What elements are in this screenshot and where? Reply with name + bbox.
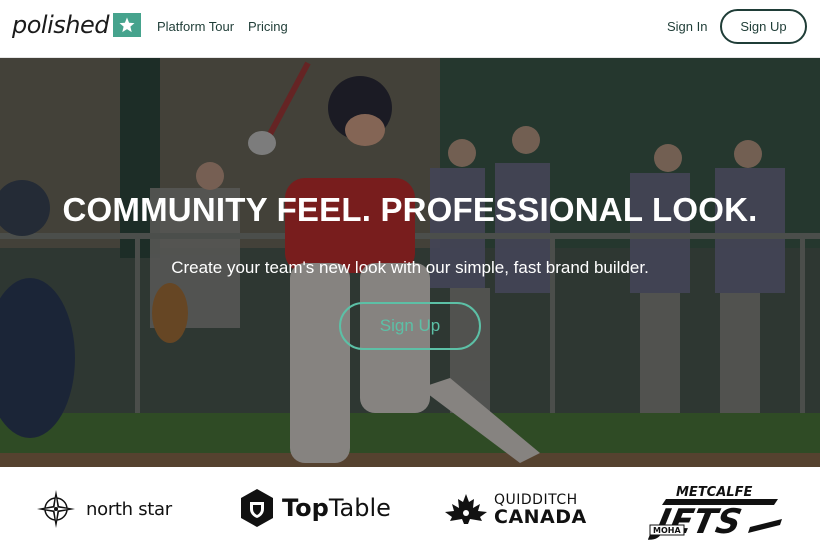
north-star-text: north star xyxy=(86,498,172,520)
jets-top-text: METCALFE xyxy=(676,485,752,500)
hero-subtitle: Create your team's new look with our sim… xyxy=(171,258,649,277)
toptable-logo: Top Table xyxy=(240,488,391,528)
toptable-text-bold: Top xyxy=(282,494,329,522)
compass-star-icon xyxy=(37,490,75,528)
metcalfe-jets-wordmark: METCALFE JETS MOHA xyxy=(648,485,782,542)
quidditch-canada-logo: QUIDDITCH CANADA xyxy=(444,492,587,528)
partner-logos-strip: north star Top Table QUIDDITCH CANADA ME… xyxy=(0,467,820,558)
maple-leaf-icon xyxy=(445,494,487,524)
hero-section: COMMUNITY FEEL. PROFESSIONAL LOOK. Creat… xyxy=(0,58,820,467)
logo[interactable]: polished xyxy=(12,11,141,39)
sign-up-button-hero[interactable]: Sign Up xyxy=(339,302,481,350)
jets-small-text: MOHA xyxy=(653,526,681,535)
nav-platform-tour[interactable]: Platform Tour xyxy=(157,19,234,34)
sign-in-link[interactable]: Sign In xyxy=(667,19,707,34)
toptable-text-regular: Table xyxy=(328,494,391,522)
top-navbar: polished Platform Tour Pricing Sign In S… xyxy=(0,0,820,58)
metcalfe-jets-logo: METCALFE JETS MOHA xyxy=(648,481,783,543)
hexagon-shield-icon xyxy=(241,489,273,527)
hero-title: COMMUNITY FEEL. PROFESSIONAL LOOK. xyxy=(62,191,758,228)
jets-main-text: JETS xyxy=(648,502,745,542)
sign-up-button-header[interactable]: Sign Up xyxy=(720,9,807,44)
north-star-logo: north star xyxy=(36,489,172,529)
nav-pricing[interactable]: Pricing xyxy=(248,19,288,34)
star-icon xyxy=(112,13,141,37)
canada-text: CANADA xyxy=(494,506,587,528)
logo-text: polished xyxy=(12,11,109,39)
